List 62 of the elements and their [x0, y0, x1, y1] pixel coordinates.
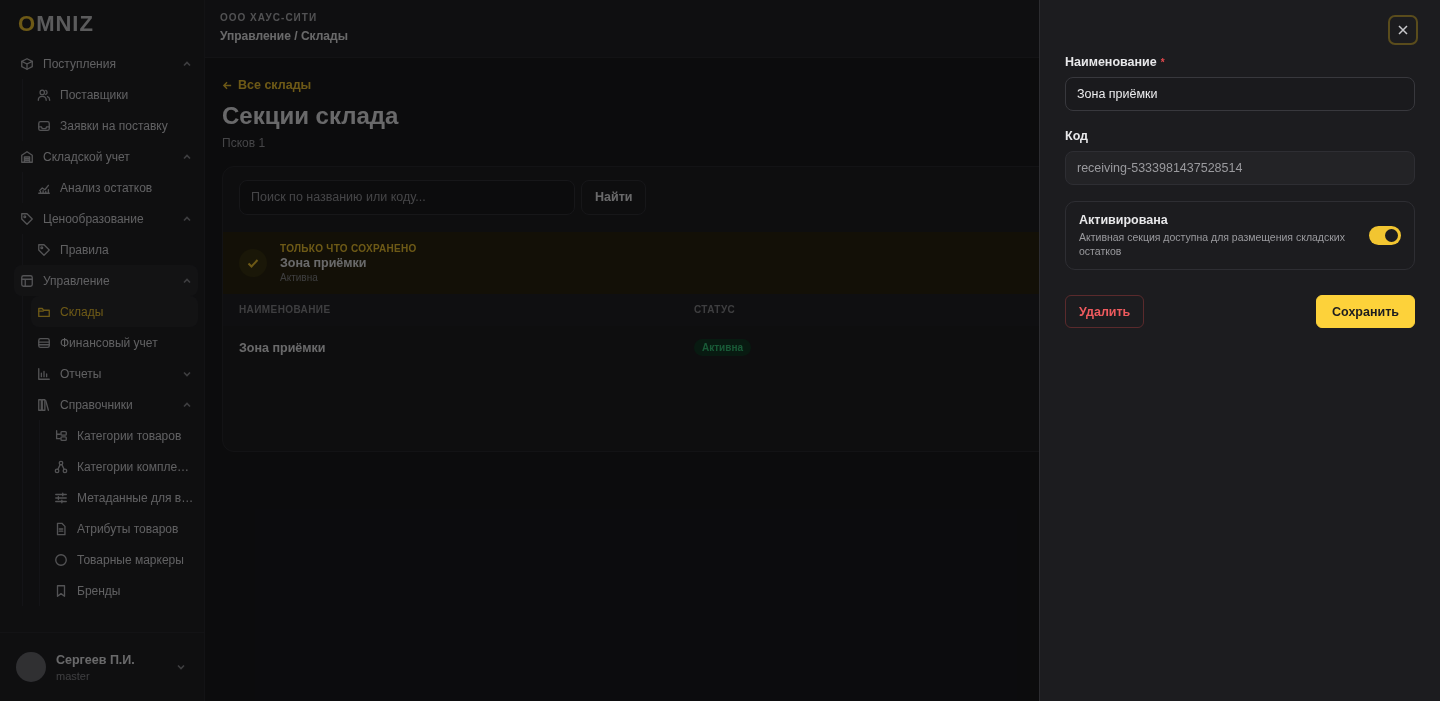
sidebar-item[interactable]: Ценообразование [14, 203, 198, 234]
back-link[interactable]: Все склады [222, 78, 312, 92]
sliders-icon [54, 490, 68, 505]
sidebar-item[interactable]: Товарные маркеры [48, 544, 198, 575]
sidebar-item[interactable]: Справочники [31, 389, 198, 420]
field-label: Наименование * [1065, 55, 1166, 69]
bar-chart-icon [37, 366, 51, 381]
input-field[interactable]: Зона приёмки [1065, 77, 1415, 111]
tag-icon [20, 211, 34, 226]
check-icon [239, 248, 267, 277]
search-field[interactable]: Поиск по названию или коду... [239, 179, 575, 215]
sidebar-item[interactable]: Складской учет [14, 141, 198, 172]
page-title: Секции склада [222, 101, 399, 130]
sidebar-item[interactable]: Отчеты [31, 358, 198, 389]
save-button[interactable]: Сохранить [1316, 295, 1415, 329]
field-label: Код [1065, 129, 1090, 143]
find-button[interactable]: Найти [581, 179, 647, 215]
sidebar-item[interactable]: Склады [31, 296, 198, 327]
sidebar-item[interactable]: Атрибуты товаров [48, 513, 198, 544]
tree-icon [54, 428, 68, 443]
document-icon [54, 521, 68, 536]
sidebar-item[interactable]: Заявки на поставку [31, 110, 198, 141]
notice-status: Активна [280, 271, 319, 283]
table-cell: Зона приёмки [239, 340, 326, 355]
status-badge: Активна [694, 339, 752, 356]
arrow-left-icon [222, 79, 233, 91]
notice-label: ТОЛЬКО ЧТО СОХРАНЕНО [280, 242, 417, 254]
wallet-icon [37, 335, 51, 350]
breadcrumb: Управление / Склады [220, 29, 348, 43]
close-button[interactable] [1388, 15, 1418, 45]
inbox-icon [37, 118, 51, 133]
logo: OMNIZ [17, 10, 95, 38]
sidebar-item[interactable]: Бренды [48, 575, 198, 606]
sidebar-item[interactable]: Правила [31, 234, 198, 265]
toggle-title: Активирована [1079, 213, 1169, 227]
circle-icon [54, 552, 68, 567]
sidebar-item[interactable]: Финансовый учет [31, 327, 198, 358]
user-name: Сергеев П.И. [56, 652, 136, 667]
sidebar-item[interactable]: Поставщики [31, 79, 198, 110]
bookmark-icon [54, 583, 68, 598]
hierarchy-icon [54, 459, 68, 474]
notice-title: Зона приёмки [280, 255, 368, 270]
box-icon [20, 56, 34, 71]
sidebar-item[interactable]: Управление [14, 265, 198, 296]
sidebar-item[interactable]: Категории компле… [48, 451, 198, 482]
delete-button[interactable]: Удалить [1065, 295, 1145, 329]
sidebar-item[interactable]: Категории товаров [48, 420, 198, 451]
users-icon [37, 87, 51, 102]
books-icon [37, 397, 51, 412]
page-subtitle: Псков 1 [222, 135, 266, 150]
toggle-switch[interactable] [1369, 226, 1401, 246]
warehouse-icon [20, 149, 34, 164]
organization-name: ООО ХАУС-СИТИ [220, 12, 318, 23]
sidebar-item[interactable]: Анализ остатков [31, 172, 198, 203]
avatar [16, 652, 46, 682]
layout-icon [20, 273, 34, 288]
chevron-icon [176, 662, 186, 672]
toggle-description: Активная секция доступна для размещения складских остатков [1079, 230, 1346, 259]
tag-icon [37, 242, 51, 257]
sidebar-item[interactable]: Поступления [14, 48, 198, 79]
sidebar-item[interactable]: Метаданные для в… [48, 482, 198, 513]
close-icon [1398, 25, 1408, 35]
